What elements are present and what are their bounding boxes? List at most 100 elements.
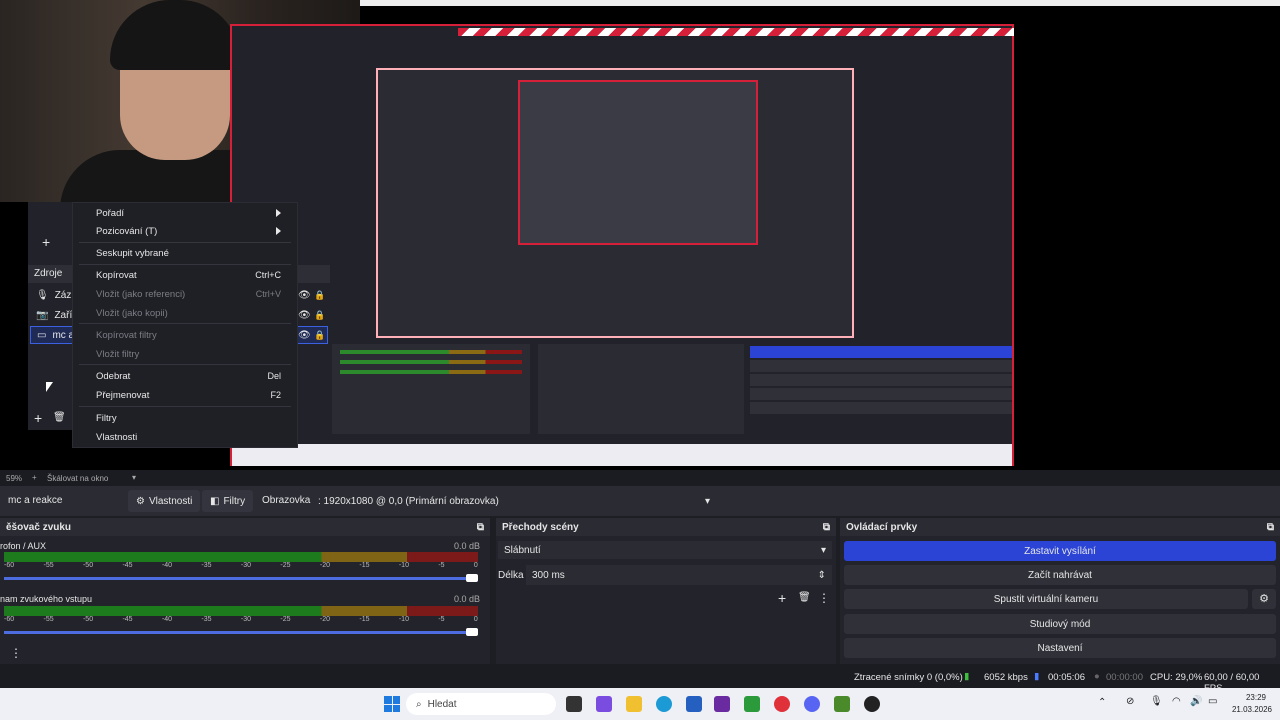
proton-icon[interactable] [714, 696, 730, 712]
menu-item-copy-filters: Kopírovat filtry [73, 325, 297, 345]
transition-select[interactable]: Slábnutí ▾ [498, 541, 832, 559]
search-icon: ⌕ [416, 698, 422, 710]
volume-slider[interactable] [4, 628, 478, 636]
menu-separator [79, 406, 291, 407]
filter-icon: ◧ [210, 495, 220, 507]
undock-icon[interactable]: ⧉ [477, 522, 484, 533]
chevron-down-icon: ▾ [704, 495, 710, 507]
monitor-icon: ▭ [37, 329, 47, 341]
more-options-icon[interactable]: ⋮ [818, 591, 830, 605]
settings-button[interactable]: Nastavení [844, 638, 1276, 658]
channel-db: 0.0 dB [454, 541, 481, 551]
start-recording-button[interactable]: Začít nahrávat [844, 565, 1276, 585]
more-options-icon[interactable]: ⋮ [10, 646, 22, 660]
discord-icon[interactable] [804, 696, 820, 712]
lock-icon[interactable]: 🔒 [314, 330, 325, 341]
taskbar-search[interactable]: ⌕ Hledat [406, 693, 556, 715]
menu-item-copy[interactable]: Kopírovat Ctrl+C [73, 265, 297, 285]
battery-icon[interactable]: ▭ [1208, 696, 1217, 707]
volume-icon[interactable]: 🔊 [1190, 696, 1202, 707]
zoom-percent[interactable]: 59% [6, 474, 22, 483]
submenu-arrow-icon [276, 209, 281, 217]
add-transition-icon[interactable]: + [778, 590, 786, 606]
visibility-eye-icon[interactable]: 👁 [298, 310, 311, 321]
menu-item-positioning[interactable]: Pozicování (T) [73, 221, 297, 241]
submenu-arrow-icon [276, 227, 281, 235]
chevron-up-icon[interactable]: ⌃ [1098, 697, 1106, 708]
start-virtual-camera-button[interactable]: Spustit virtuální kameru [844, 589, 1248, 609]
slider-knob[interactable] [466, 574, 478, 582]
bitrate: 6052 kbps [984, 672, 1028, 683]
screen-capture-source[interactable] [230, 24, 1014, 466]
clock-date[interactable]: 21.03.2026 [1226, 705, 1272, 714]
obs-icon[interactable] [864, 696, 880, 712]
filters-button[interactable]: ◧ Filtry [202, 490, 254, 512]
source-toolbar: mc a reakce ⚙ Vlastnosti ◧ Filtry Obrazovk… [0, 486, 1280, 516]
menu-item-rename[interactable]: Přejmenovat F2 [73, 385, 297, 405]
menu-item-remove[interactable]: Odebrat Del [73, 366, 297, 386]
record-icon: ● [1094, 671, 1100, 682]
task-view-icon[interactable] [566, 696, 582, 712]
zoom-mode[interactable]: Škálovat na okno [47, 474, 108, 483]
menu-item-paste-filters: Vložit filtry [73, 344, 297, 364]
stop-streaming-button[interactable]: Zastavit vysílání [844, 541, 1276, 561]
display-select[interactable]: : 1920x1080 @ 0,0 (Primární obrazovka) ▾ [312, 490, 716, 512]
filters-label: Filtry [223, 495, 246, 507]
menu-item-paste-copy: Vložit (jako kopii) [73, 303, 297, 323]
menu-label: Vlastnosti [96, 431, 138, 443]
file-explorer-icon[interactable] [626, 696, 642, 712]
xbox-icon[interactable] [744, 696, 760, 712]
menu-separator [79, 364, 291, 365]
stream-time: 00:05:06 [1048, 672, 1085, 683]
gear-icon[interactable]: ⚙ [1252, 589, 1276, 609]
trash-icon[interactable]: 🗑 [798, 592, 811, 603]
visibility-eye-icon[interactable]: 👁 [298, 290, 311, 301]
menu-item-order[interactable]: Pořadí [73, 203, 297, 223]
add-source-icon[interactable]: + [34, 410, 42, 426]
scene-transitions-dock: Přechody scény ⧉ Slábnutí ▾ Délka 300 ms ⇕ … [496, 518, 836, 664]
menu-shortcut: Ctrl+V [255, 289, 281, 299]
meter-ticks: -60 -55 -50 -45 -40 -35 -30 -25 -20 -15 -10 -5 0 [4, 616, 478, 623]
microphone-icon[interactable]: 🎙 [1150, 696, 1163, 707]
minecraft-icon[interactable] [834, 696, 850, 712]
undock-icon[interactable]: ⧉ [823, 522, 830, 533]
add-scene-icon[interactable]: + [42, 234, 50, 250]
button-label: Studiový mód [1029, 618, 1091, 630]
menu-label: Vložit (jako referenci) [96, 288, 186, 300]
meter-ticks: -60 -55 -50 -45 -40 -35 -30 -25 -20 -15 -10 -5 0 [4, 562, 478, 569]
undock-icon[interactable]: ⧉ [1267, 522, 1274, 533]
copilot-icon[interactable] [596, 696, 612, 712]
zoom-plus-icon[interactable]: + [32, 473, 37, 482]
windows-start-icon[interactable] [384, 696, 400, 712]
zoom-strip: 59% + Škálovat na okno ▾ [0, 470, 1280, 486]
menu-label: Přejmenovat [96, 389, 150, 401]
opera-icon[interactable] [774, 696, 790, 712]
lock-icon[interactable]: 🔒 [314, 290, 325, 301]
wifi-icon[interactable]: ◠ [1172, 696, 1181, 707]
mixer-title-bar: ěšovač zvuku ⧉ [0, 518, 490, 536]
studio-mode-button[interactable]: Studiový mód [844, 614, 1276, 634]
properties-button[interactable]: ⚙ Vlastnosti [128, 490, 201, 512]
menu-item-properties[interactable]: Vlastnosti [73, 427, 297, 447]
spinner-icon[interactable]: ⇕ [818, 570, 826, 581]
menu-shortcut: Ctrl+C [255, 270, 281, 280]
mixer-title: ěšovač zvuku [6, 521, 72, 533]
visibility-eye-icon[interactable]: 👁 [298, 330, 311, 341]
controls-title-bar: Ovládací prvky ⧉ [840, 518, 1280, 536]
preview-top-strip [360, 0, 1280, 6]
volume-slider[interactable] [4, 574, 478, 582]
lock-icon[interactable]: 🔒 [314, 310, 325, 321]
menu-item-filters[interactable]: Filtry [73, 408, 297, 428]
duration-input[interactable]: 300 ms ⇕ [526, 565, 832, 585]
edge-icon[interactable] [656, 696, 672, 712]
display-select-value: : 1920x1080 @ 0,0 (Primární obrazovka) [318, 495, 499, 507]
trash-icon[interactable]: 🗑 [53, 412, 66, 423]
menu-item-group[interactable]: Seskupit vybrané [73, 243, 297, 263]
store-icon[interactable] [686, 696, 702, 712]
duration-label: Délka [498, 570, 524, 581]
network-off-icon[interactable]: ⊘ [1126, 696, 1134, 707]
slider-knob[interactable] [466, 628, 478, 636]
webcam-person-beanie [110, 0, 240, 70]
clock-time[interactable]: 23:29 [1226, 693, 1266, 702]
chevron-down-icon[interactable]: ▾ [132, 473, 136, 482]
